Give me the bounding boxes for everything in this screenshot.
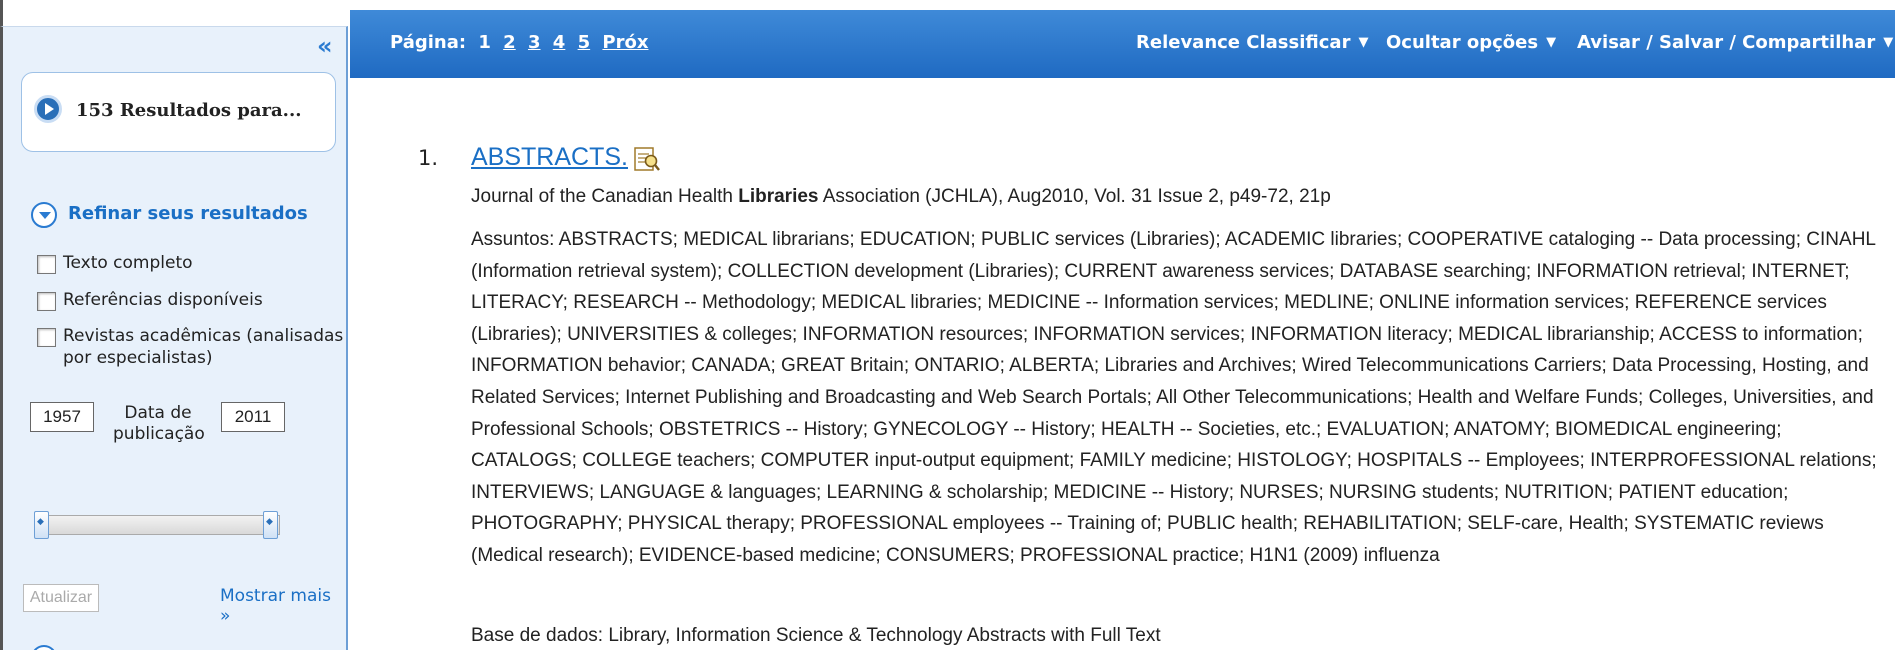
chevron-down-icon: ▼ [1883,35,1894,50]
page-link-5[interactable]: 5 [578,32,591,53]
pagination: Página: 1 2 3 4 5 Próx [390,32,648,53]
page-current: 1 [478,32,491,53]
page-link-3[interactable]: 3 [528,32,541,53]
sidebar: « 153 Resultados para... Refinar seus re… [0,26,348,650]
preview-icon[interactable] [631,146,661,172]
play-icon [34,95,62,123]
page-link-4[interactable]: 4 [553,32,566,53]
results-count-box[interactable]: 153 Resultados para... [21,72,336,152]
peer-reviewed-checkbox[interactable] [37,328,56,347]
result-number: 1. [418,146,439,170]
slider-handle-min[interactable] [34,511,49,539]
refine-results-label: Refinar seus resultados [68,203,308,224]
chevron-down-icon: ▼ [1546,35,1557,50]
result-database: Base de dados: Library, Information Scie… [471,625,1161,646]
slider-handle-max[interactable] [263,511,278,539]
source-text: Journal of the Canadian Health [471,186,739,207]
references-checkbox[interactable] [37,292,56,311]
sort-menu[interactable]: Relevance Classificar ▼ [1136,32,1368,53]
collapse-sidebar-button[interactable]: « [317,34,333,58]
show-more-link[interactable]: Mostrar mais » [220,586,346,626]
next-page-link[interactable]: Próx [602,32,648,53]
sort-label: Relevance Classificar [1136,32,1351,53]
chevron-down-icon [31,202,57,228]
date-to-input[interactable]: 2011 [221,402,285,432]
filter-label: Revistas acadêmicas (analisadas por espe… [63,326,344,368]
results-toolbar: Página: 1 2 3 4 5 Próx Relevance Classif… [350,10,1895,78]
date-label: Data de publicação [113,403,205,444]
result-source: Journal of the Canadian Health Libraries… [471,186,1331,208]
hide-options-label: Ocultar opções [1386,32,1539,53]
filter-label: Texto completo [63,253,193,273]
update-button[interactable]: Atualizar [23,584,99,612]
date-from-input[interactable]: 1957 [30,402,94,432]
result-title-link[interactable]: ABSTRACTS. [471,143,628,172]
page-link-2[interactable]: 2 [503,32,516,53]
share-label: Avisar / Salvar / Compartilhar [1577,32,1876,53]
filter-label: Referências disponíveis [63,290,263,310]
expand-icon[interactable] [31,645,57,650]
chevron-down-icon: ▼ [1358,35,1369,50]
page-label: Página: [390,32,467,53]
full-text-checkbox[interactable] [37,255,56,274]
results-count-label: 153 Resultados para... [76,100,302,121]
share-menu[interactable]: Avisar / Salvar / Compartilhar ▼ [1577,32,1893,53]
source-text: Association (JCHLA), Aug2010, Vol. 31 Is… [818,186,1331,207]
date-range-slider[interactable] [34,511,280,539]
hide-options-menu[interactable]: Ocultar opções ▼ [1386,32,1556,53]
source-highlight: Libraries [738,186,819,207]
result-subjects: Assuntos: ABSTRACTS; MEDICAL librarians;… [471,229,1877,566]
